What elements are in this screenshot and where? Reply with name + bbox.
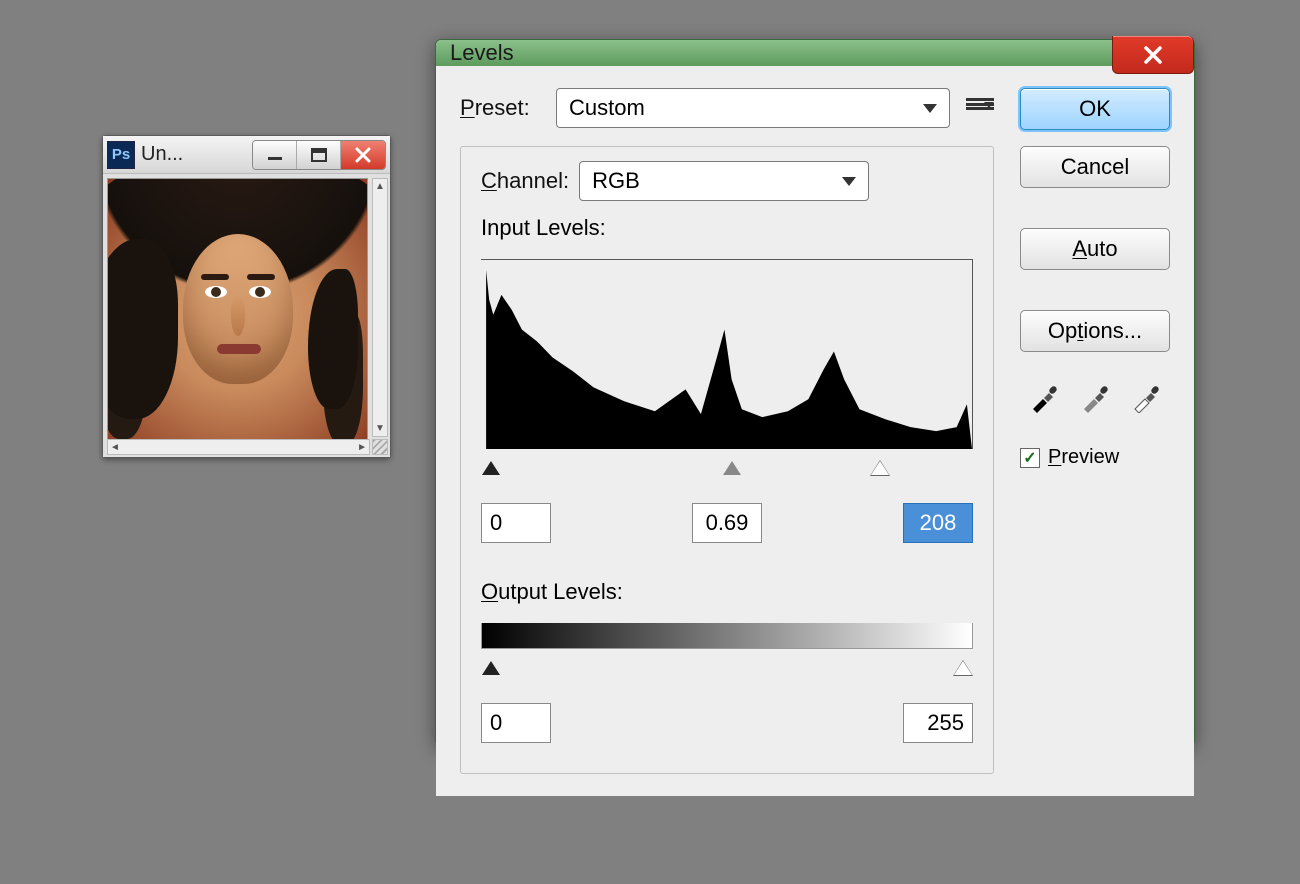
preset-row: Preset: Custom — [460, 88, 994, 128]
cancel-button[interactable]: Cancel — [1020, 146, 1170, 188]
window-controls — [252, 140, 386, 170]
output-slider-track[interactable] — [481, 661, 973, 679]
preset-label: Preset: — [460, 95, 546, 121]
preset-menu-button[interactable] — [966, 96, 994, 120]
chevron-down-icon — [842, 177, 856, 186]
input-slider-track[interactable] — [481, 461, 973, 479]
document-window: Ps Un... ▲ — [102, 135, 391, 458]
preview-checkbox[interactable]: ✓ — [1020, 448, 1040, 468]
levels-dialog: Levels Preset: Custom Channel: — [435, 39, 1195, 746]
gamma-slider[interactable] — [723, 461, 741, 475]
preview-label: Preview — [1048, 446, 1119, 469]
chevron-down-icon — [923, 104, 937, 113]
maximize-icon — [311, 148, 327, 162]
output-levels-values: 0 255 — [481, 703, 973, 743]
channel-dropdown[interactable]: RGB — [579, 161, 869, 201]
close-icon — [355, 147, 371, 163]
eyedropper-icon — [1080, 383, 1110, 413]
output-gradient — [481, 623, 973, 649]
options-button[interactable]: Options... — [1020, 310, 1170, 352]
black-eyedropper-button[interactable] — [1024, 378, 1064, 418]
levels-titlebar[interactable]: Levels — [436, 40, 1194, 66]
histogram-chart-icon — [481, 260, 972, 449]
scroll-right-icon: ► — [357, 442, 367, 453]
input-black-field[interactable]: 0 — [481, 503, 551, 543]
gray-eyedropper-button[interactable] — [1075, 378, 1115, 418]
scroll-up-icon: ▲ — [375, 181, 385, 192]
horizontal-scrollbar[interactable]: ◄ ► — [107, 439, 370, 455]
eyedropper-icon — [1131, 383, 1161, 413]
channel-group: Channel: RGB Input Levels: — [460, 146, 994, 774]
channel-label: Channel: — [481, 168, 569, 194]
input-gamma-field[interactable]: 0.69 — [692, 503, 762, 543]
black-point-slider[interactable] — [482, 461, 500, 475]
document-body: ▲ ▼ ◄ ► — [103, 174, 390, 457]
histogram — [481, 259, 973, 449]
output-levels-label: Output Levels: — [481, 579, 973, 605]
close-button[interactable] — [341, 141, 385, 169]
dialog-close-button[interactable] — [1112, 36, 1194, 74]
scroll-down-icon: ▼ — [375, 423, 385, 434]
output-black-slider[interactable] — [482, 661, 500, 675]
preset-dropdown[interactable]: Custom — [556, 88, 950, 128]
input-white-field[interactable]: 208 — [903, 503, 973, 543]
document-canvas[interactable] — [107, 178, 368, 453]
scroll-left-icon: ◄ — [110, 442, 120, 453]
ok-button[interactable]: OK — [1020, 88, 1170, 130]
output-white-field[interactable]: 255 — [903, 703, 973, 743]
maximize-button[interactable] — [297, 141, 341, 169]
channel-row: Channel: RGB — [481, 161, 973, 201]
channel-value: RGB — [592, 168, 640, 194]
white-point-slider[interactable] — [871, 461, 889, 475]
white-eyedropper-button[interactable] — [1126, 378, 1166, 418]
vertical-scrollbar[interactable]: ▲ ▼ — [372, 178, 388, 437]
dialog-sidebar: OK Cancel Auto Options... ✓ Preview — [1020, 88, 1170, 774]
resize-grip-icon[interactable] — [372, 439, 388, 455]
minimize-icon — [266, 149, 284, 161]
photoshop-icon: Ps — [107, 141, 135, 169]
eyedropper-row — [1020, 378, 1170, 418]
preview-row: ✓ Preview — [1020, 446, 1170, 469]
minimize-button[interactable] — [253, 141, 297, 169]
close-icon — [1143, 45, 1163, 65]
dialog-title: Levels — [450, 40, 514, 66]
auto-button[interactable]: Auto — [1020, 228, 1170, 270]
input-levels-values: 0 0.69 208 — [481, 503, 973, 543]
output-white-slider[interactable] — [954, 661, 972, 675]
document-title: Un... — [141, 143, 183, 166]
eyedropper-icon — [1029, 383, 1059, 413]
document-titlebar[interactable]: Ps Un... — [103, 136, 390, 174]
preset-value: Custom — [569, 95, 645, 121]
output-black-field[interactable]: 0 — [481, 703, 551, 743]
input-levels-label: Input Levels: — [481, 215, 973, 241]
